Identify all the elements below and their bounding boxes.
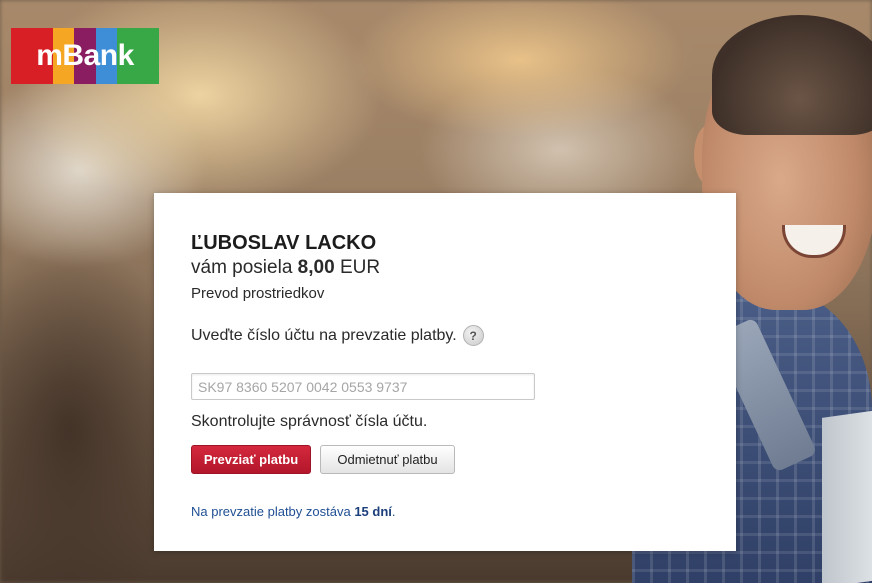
laptop-shape	[822, 408, 872, 583]
deadline-prefix: Na prevzatie platby zostáva	[191, 504, 351, 519]
amount-currency: EUR	[339, 257, 381, 278]
deadline-suffix: .	[391, 504, 396, 519]
hair-shape	[712, 15, 872, 135]
amount-prefix: vám posiela	[191, 257, 293, 278]
mbank-logo: mBank	[11, 28, 159, 84]
transfer-type: Prevod prostriedkov	[191, 285, 325, 302]
amount-line: vám posiela 8,00 EUR	[191, 257, 380, 279]
account-instruction-text: Uveďte číslo účtu na prevzatie platby.	[191, 326, 457, 344]
verify-account-text: Skontrolujte správnosť čísla účtu.	[191, 413, 428, 430]
sender-name: ĽUBOSLAV LACKO	[191, 232, 377, 254]
payment-card: ĽUBOSLAV LACKO vám posiela 8,00 EUR Prev…	[154, 193, 736, 551]
accept-payment-button[interactable]: Prevziať platbu	[191, 445, 311, 474]
deadline-days: 15 dní	[354, 504, 392, 519]
logo-text: mBank	[36, 39, 134, 72]
amount-value: 8,00	[297, 257, 335, 278]
account-instruction: Uveďte číslo účtu na prevzatie platby. ?	[191, 325, 484, 346]
account-number-input[interactable]	[191, 373, 535, 400]
reject-payment-button[interactable]: Odmietnuť platbu	[320, 445, 455, 474]
deadline-notice: Na prevzatie platby zostáva 15 dní.	[191, 504, 396, 519]
help-icon[interactable]: ?	[462, 325, 484, 346]
